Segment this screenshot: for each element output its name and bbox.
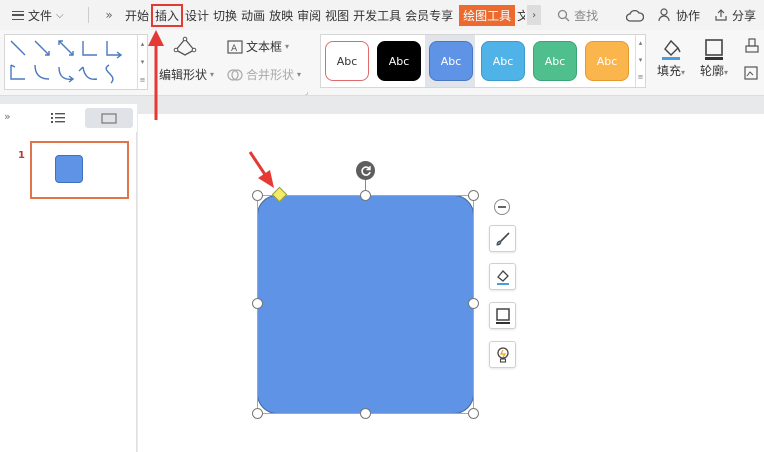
arrow-to-adjust-handle-icon xyxy=(248,151,274,188)
annotation-arrows xyxy=(148,30,274,188)
arrow-to-insert-tab-icon xyxy=(148,30,164,120)
